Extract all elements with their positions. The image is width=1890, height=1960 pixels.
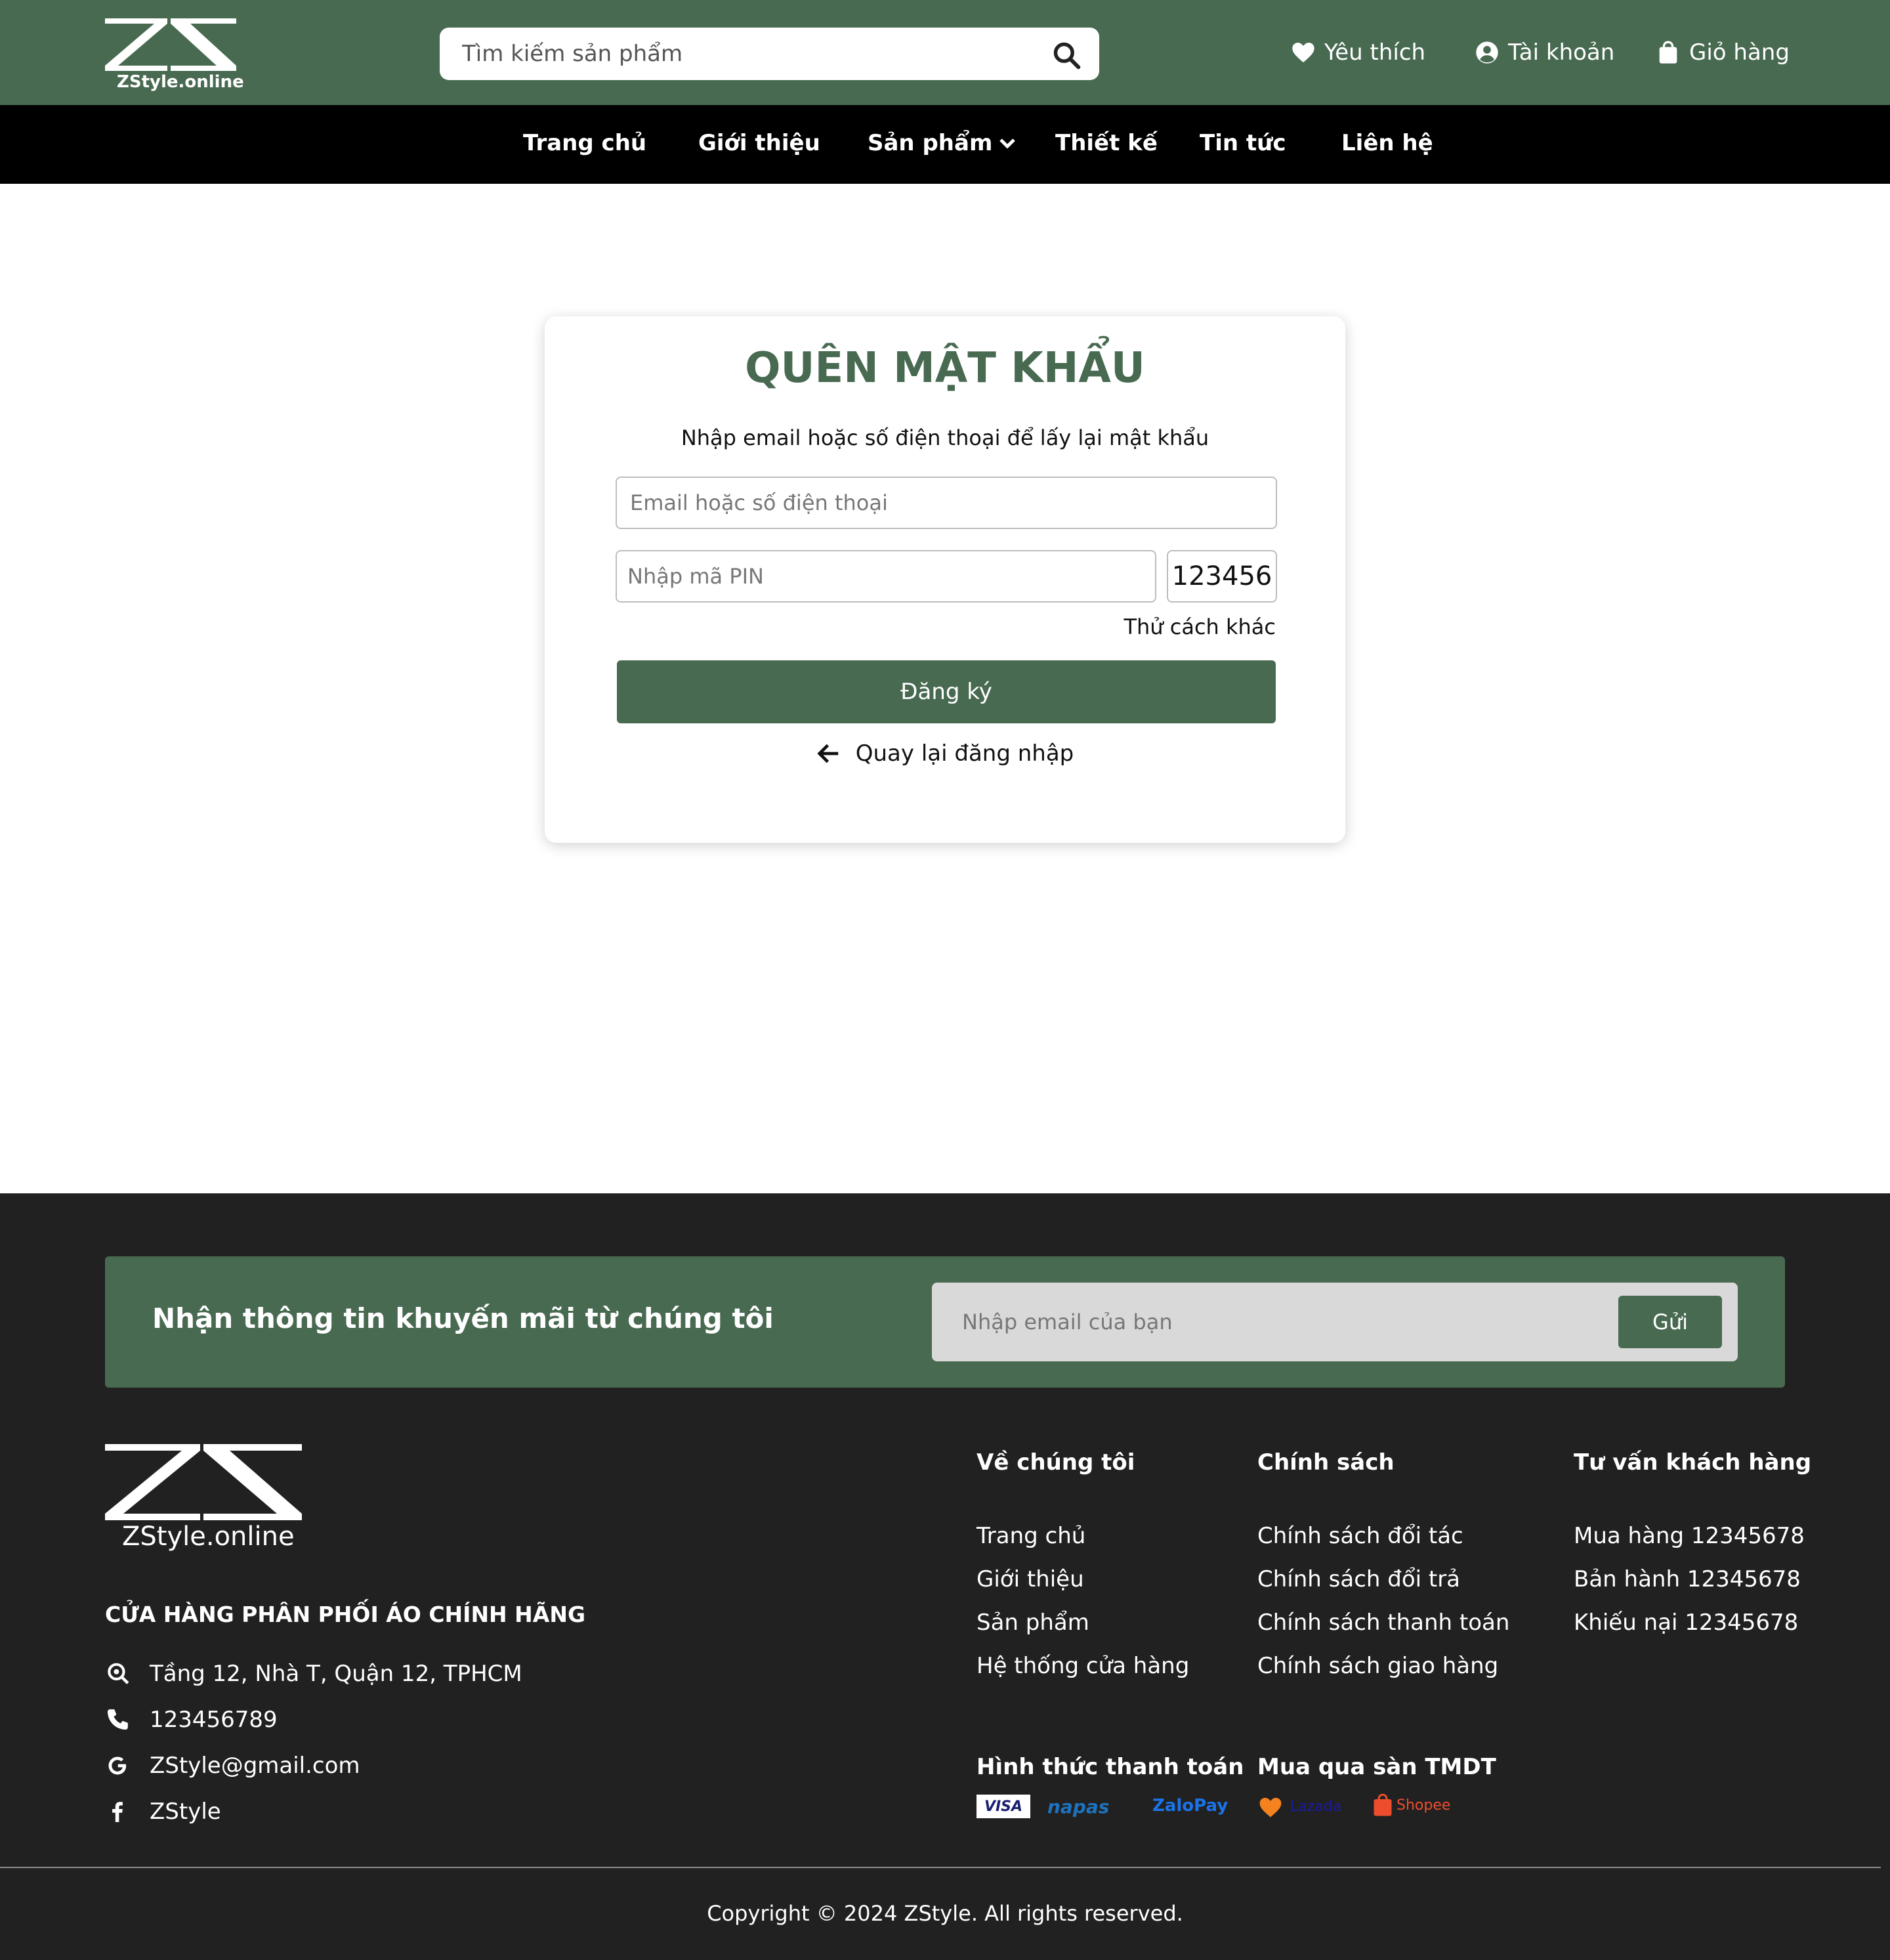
email-phone-input[interactable]	[616, 477, 1277, 529]
cart-label: Giỏ hàng	[1689, 39, 1790, 66]
marketplace-title: Mua qua sàn TMDT	[1257, 1754, 1496, 1780]
lazada-heart-icon	[1259, 1797, 1282, 1818]
nav-item-products-label: Sản phẩm	[868, 130, 993, 156]
back-to-login-label: Quay lại đăng nhập	[855, 740, 1074, 767]
footer-link-return-policy[interactable]: Chính sách đổi trả	[1257, 1566, 1460, 1592]
napas-logo: napas	[1047, 1796, 1110, 1818]
contact-facebook[interactable]: ZStyle	[105, 1799, 221, 1825]
site-footer: Nhận thông tin khuyến mãi từ chúng tôi G…	[0, 1193, 1890, 1960]
footer-logo-text: ZStyle.online	[122, 1522, 295, 1552]
visa-logo: VISA	[976, 1795, 1030, 1818]
footer-support-purchase[interactable]: Mua hàng 12345678	[1574, 1523, 1805, 1549]
pin-code-display: 123456	[1167, 550, 1277, 603]
account-label: Tài khoản	[1508, 39, 1615, 66]
copyright-text: Copyright © 2024 ZStyle. All rights rese…	[707, 1901, 1183, 1926]
newsletter-send-button[interactable]: Gửi	[1618, 1296, 1722, 1348]
footer-link-partner-policy[interactable]: Chính sách đổi tác	[1257, 1523, 1463, 1549]
newsletter-title: Nhận thông tin khuyến mãi từ chúng tôi	[152, 1302, 774, 1334]
pin-input[interactable]	[616, 550, 1156, 603]
try-another-way-link[interactable]: Thử cách khác	[1124, 614, 1276, 639]
facebook-icon	[112, 1802, 123, 1822]
submit-button[interactable]: Đăng ký	[617, 660, 1276, 723]
nav-item-contact[interactable]: Liên hệ	[1341, 130, 1433, 156]
footer-link-shipping-policy[interactable]: Chính sách giao hàng	[1257, 1653, 1498, 1679]
nav-item-about[interactable]: Giới thiệu	[698, 130, 820, 156]
contact-address: Tầng 12, Nhà T, Quận 12, TPHCM	[105, 1661, 522, 1687]
favorites-label: Yêu thích	[1324, 39, 1426, 66]
footer-col-support-title: Tư vấn khách hàng	[1574, 1449, 1812, 1476]
search-input[interactable]	[440, 28, 1043, 80]
nav-item-design[interactable]: Thiết kế	[1055, 130, 1158, 156]
footer-link-about[interactable]: Giới thiệu	[976, 1566, 1084, 1592]
footer-support-complaint[interactable]: Khiếu nại 12345678	[1574, 1609, 1798, 1636]
footer-divider	[0, 1867, 1881, 1868]
footer-col-policy-title: Chính sách	[1257, 1449, 1395, 1476]
forgot-password-card: QUÊN MẬT KHẨU Nhập email hoặc số điện th…	[545, 316, 1345, 843]
footer-logo-mark	[105, 1444, 302, 1520]
contact-phone-text: 123456789	[150, 1707, 278, 1733]
contact-phone: 123456789	[105, 1707, 278, 1733]
main-nav: Trang chủ Giới thiệu Sản phẩm Thiết kế T…	[0, 105, 1890, 184]
contact-email-text: ZStyle@gmail.com	[150, 1753, 360, 1779]
footer-link-products[interactable]: Sản phẩm	[976, 1609, 1089, 1636]
footer-link-stores[interactable]: Hệ thống cửa hàng	[976, 1653, 1189, 1679]
chevron-down-icon	[999, 138, 1016, 149]
location-search-icon	[108, 1663, 129, 1684]
footer-link-home[interactable]: Trang chủ	[976, 1523, 1085, 1549]
shopee-logo[interactable]: Shopee	[1373, 1793, 1450, 1817]
nav-item-products[interactable]: Sản phẩm	[868, 130, 1017, 156]
top-header: ZStyle.online Yêu thích Tài khoản Giỏ hà…	[0, 0, 1890, 105]
nav-item-home[interactable]: Trang chủ	[523, 130, 646, 156]
phone-icon	[107, 1709, 128, 1730]
favorites-link[interactable]: Yêu thích	[1290, 39, 1425, 66]
shopee-label: Shopee	[1396, 1797, 1451, 1814]
search-icon[interactable]	[1052, 41, 1081, 70]
lazada-logo[interactable]: Lazada	[1257, 1795, 1341, 1818]
zalopay-logo: ZaloPay	[1152, 1796, 1228, 1816]
cart-link[interactable]: Giỏ hàng	[1655, 39, 1790, 66]
payment-methods-title: Hình thức thanh toán	[976, 1754, 1244, 1780]
shopping-bag-icon	[1659, 41, 1677, 64]
newsletter-banner: Nhận thông tin khuyến mãi từ chúng tôi G…	[105, 1256, 1785, 1388]
account-link[interactable]: Tài khoản	[1474, 39, 1614, 66]
lazada-label: Lazada	[1290, 1798, 1342, 1815]
newsletter-email-input[interactable]	[932, 1283, 1588, 1361]
nav-item-news[interactable]: Tin tức	[1200, 130, 1286, 156]
page-title: QUÊN MẬT KHẨU	[745, 344, 1145, 393]
shopee-bag-icon	[1374, 1793, 1392, 1816]
arrow-left-icon	[817, 744, 838, 763]
contact-facebook-text: ZStyle	[150, 1799, 221, 1825]
contact-email: ZStyle@gmail.com	[105, 1753, 360, 1779]
footer-support-warranty[interactable]: Bản hành 12345678	[1574, 1566, 1801, 1592]
contact-address-text: Tầng 12, Nhà T, Quận 12, TPHCM	[150, 1661, 522, 1687]
back-to-login-link[interactable]: Quay lại đăng nhập	[545, 740, 1345, 767]
user-circle-icon	[1476, 41, 1498, 64]
zs-logo-mark	[105, 18, 236, 71]
google-icon	[108, 1757, 127, 1775]
logo-text: ZStyle.online	[117, 72, 244, 92]
footer-col-about-title: Về chúng tôi	[976, 1449, 1135, 1476]
newsletter-form: Gửi	[932, 1283, 1738, 1361]
search-bar	[440, 28, 1099, 80]
heart-icon	[1292, 43, 1314, 62]
footer-link-payment-policy[interactable]: Chính sách thanh toán	[1257, 1609, 1509, 1636]
form-instructions: Nhập email hoặc số điện thoại để lấy lại…	[681, 425, 1209, 450]
site-logo[interactable]: ZStyle.online	[105, 18, 244, 93]
footer-tagline: CỬA HÀNG PHÂN PHỐI ÁO CHÍNH HÃNG	[105, 1602, 586, 1627]
